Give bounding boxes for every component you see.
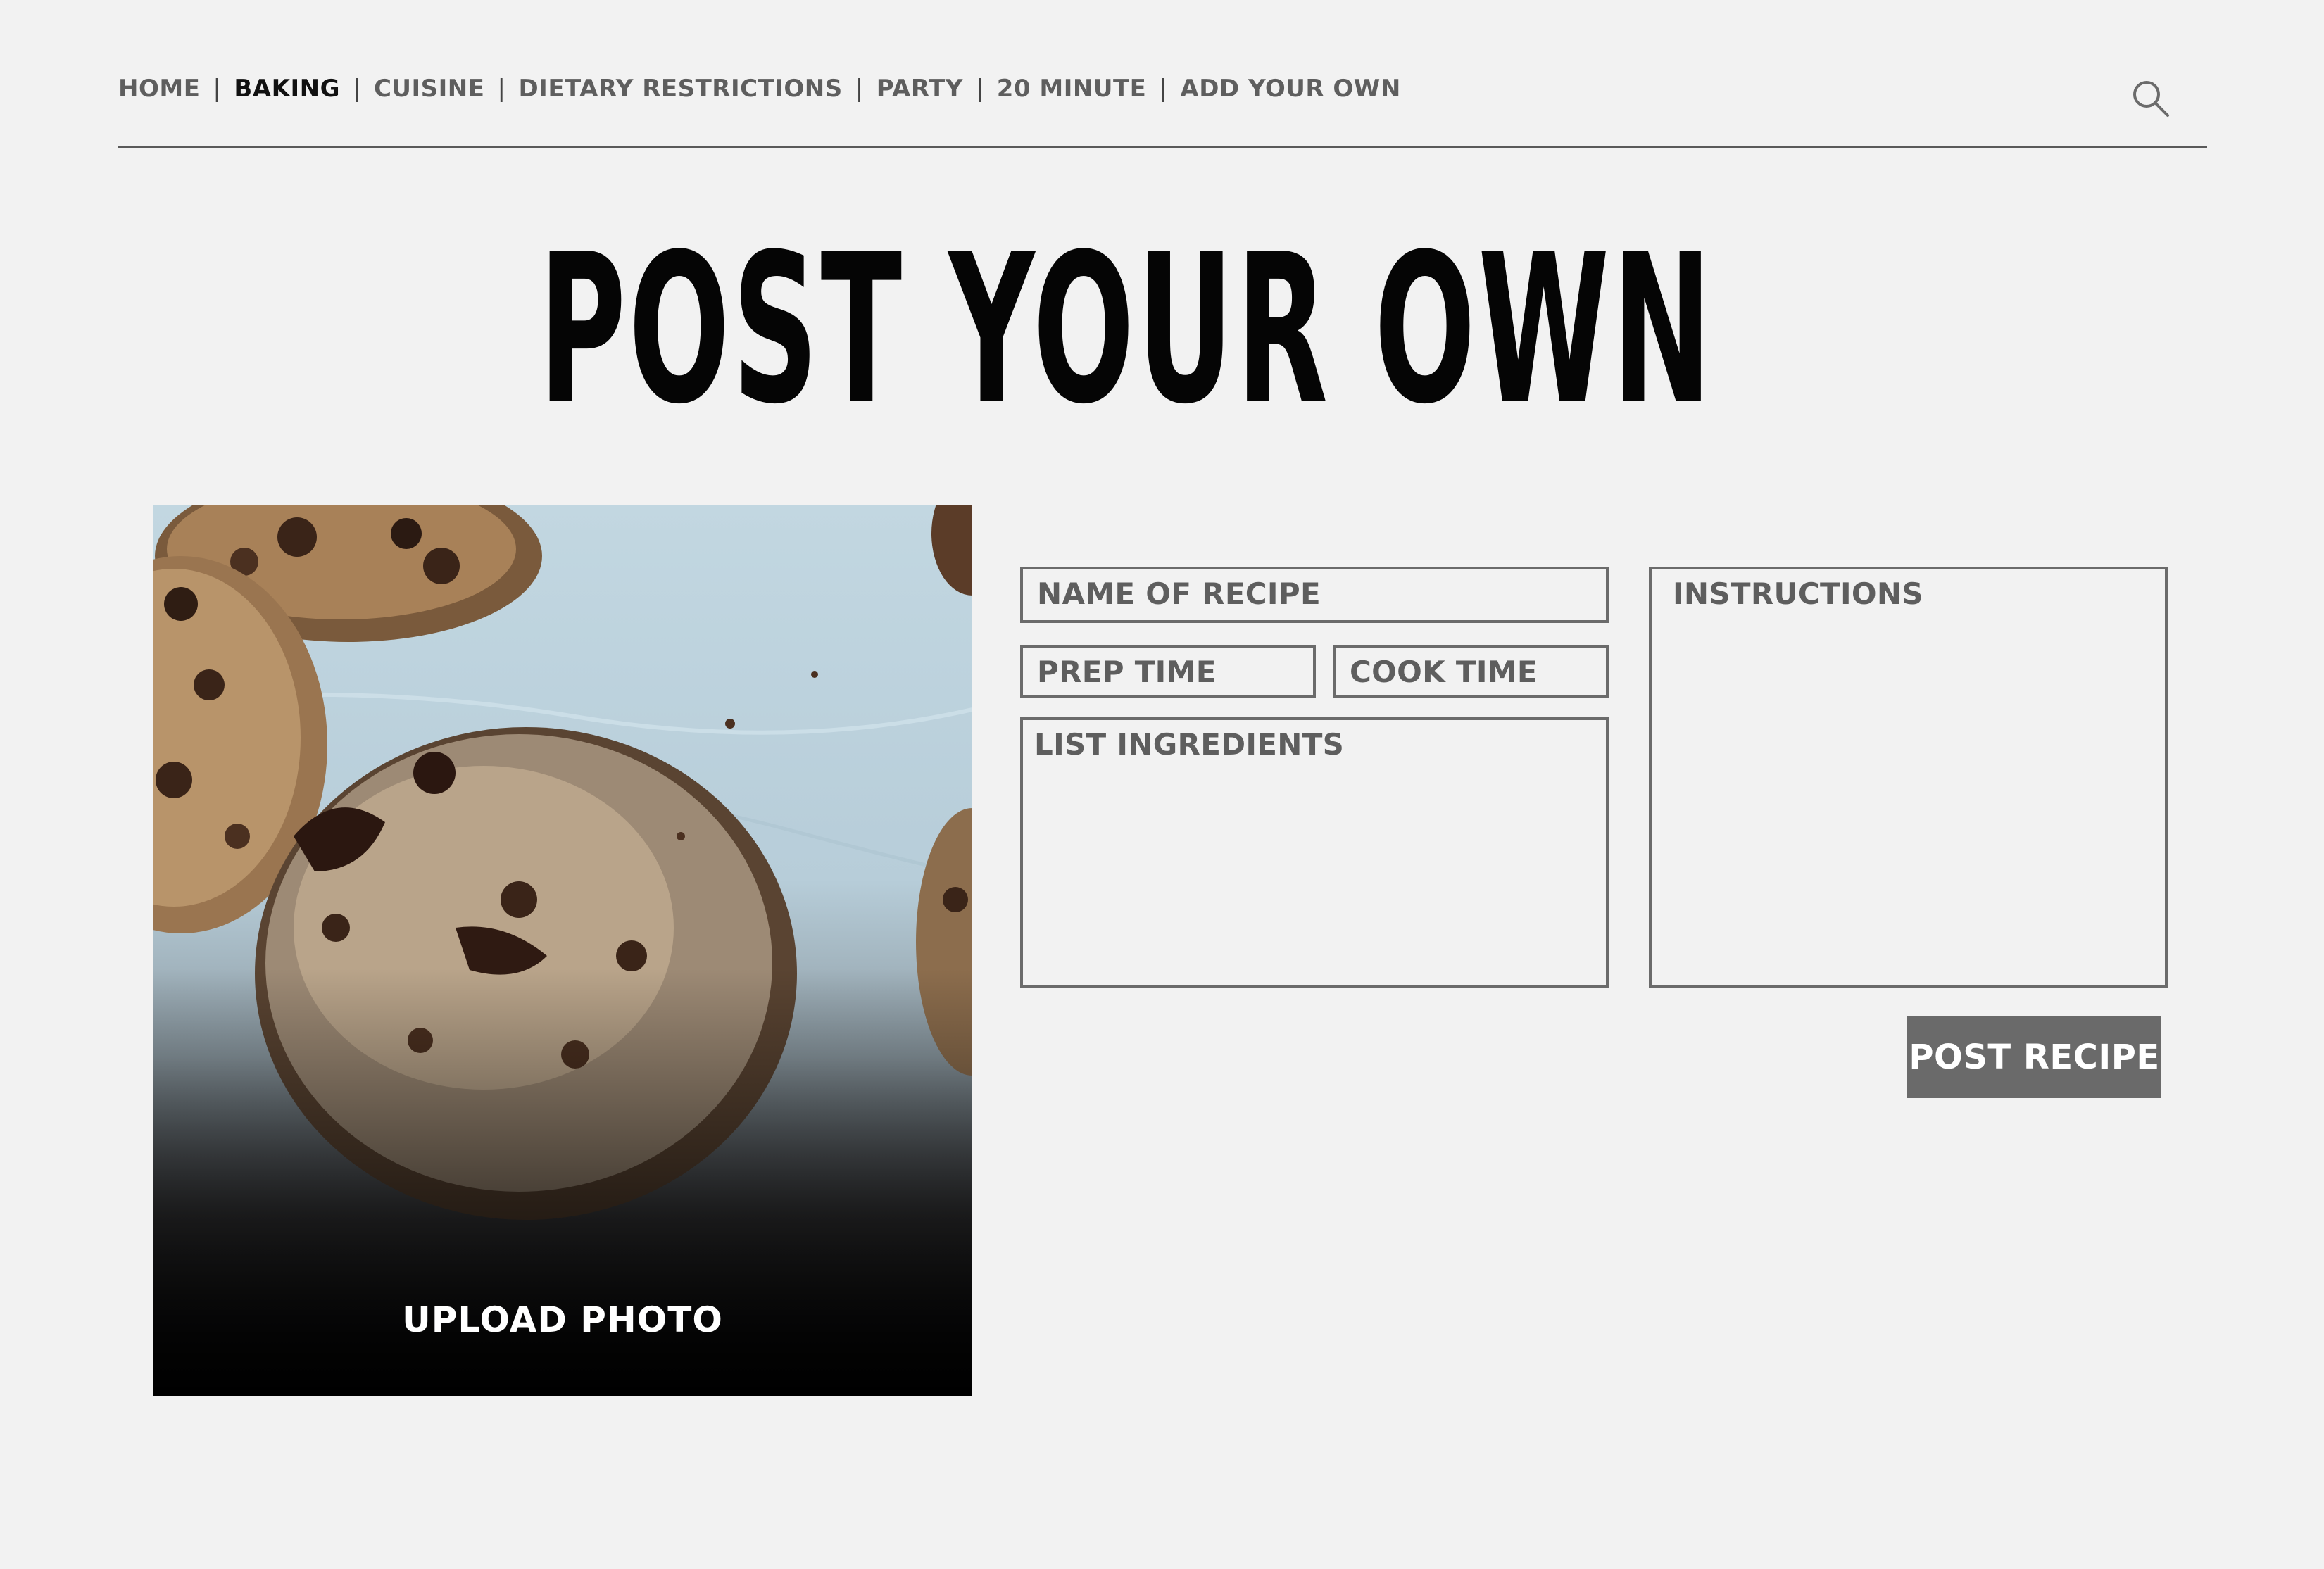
prep-time-field[interactable]: PREP TIME bbox=[1020, 645, 1316, 698]
nav-separator: | bbox=[352, 75, 361, 103]
upload-photo-area[interactable]: UPLOAD PHOTO bbox=[153, 505, 972, 1396]
cook-time-field[interactable]: COOK TIME bbox=[1333, 645, 1609, 698]
ingredients-placeholder: LIST INGREDIENTS bbox=[1034, 727, 1345, 762]
nav-separator: | bbox=[1159, 75, 1168, 103]
upload-photo-label[interactable]: UPLOAD PHOTO bbox=[153, 1299, 972, 1340]
nav-separator: | bbox=[497, 75, 506, 103]
cook-time-placeholder: COOK TIME bbox=[1350, 655, 1538, 689]
nav-divider bbox=[118, 146, 2207, 148]
top-nav: HOME | BAKING | CUISINE | DIETARY RESTRI… bbox=[118, 75, 1401, 103]
nav-item-dietary-restrictions[interactable]: DIETARY RESTRICTIONS bbox=[518, 75, 842, 103]
instructions-placeholder: INSTRUCTIONS bbox=[1673, 576, 1923, 611]
nav-item-add-your-own[interactable]: ADD YOUR OWN bbox=[1180, 75, 1400, 103]
nav-item-baking[interactable]: BAKING bbox=[234, 75, 340, 103]
nav-separator: | bbox=[975, 75, 984, 103]
prep-time-placeholder: PREP TIME bbox=[1037, 655, 1217, 689]
recipe-name-field[interactable]: NAME OF RECIPE bbox=[1020, 567, 1609, 623]
nav-item-cuisine[interactable]: CUISINE bbox=[374, 75, 485, 103]
recipe-name-placeholder: NAME OF RECIPE bbox=[1037, 576, 1321, 611]
ingredients-field[interactable]: LIST INGREDIENTS bbox=[1020, 717, 1609, 988]
nav-item-home[interactable]: HOME bbox=[118, 75, 200, 103]
nav-separator: | bbox=[213, 75, 222, 103]
nav-item-20-minute[interactable]: 20 MINUTE bbox=[997, 75, 1147, 103]
instructions-field[interactable]: INSTRUCTIONS bbox=[1649, 567, 2168, 988]
page-title: POST YOUR OWN bbox=[539, 210, 1714, 449]
photo-gradient-overlay bbox=[153, 505, 972, 1396]
search-icon[interactable] bbox=[2131, 79, 2171, 118]
post-recipe-button[interactable]: POST RECIPE bbox=[1907, 1016, 2161, 1098]
nav-separator: | bbox=[855, 75, 864, 103]
nav-item-party[interactable]: PARTY bbox=[877, 75, 963, 103]
